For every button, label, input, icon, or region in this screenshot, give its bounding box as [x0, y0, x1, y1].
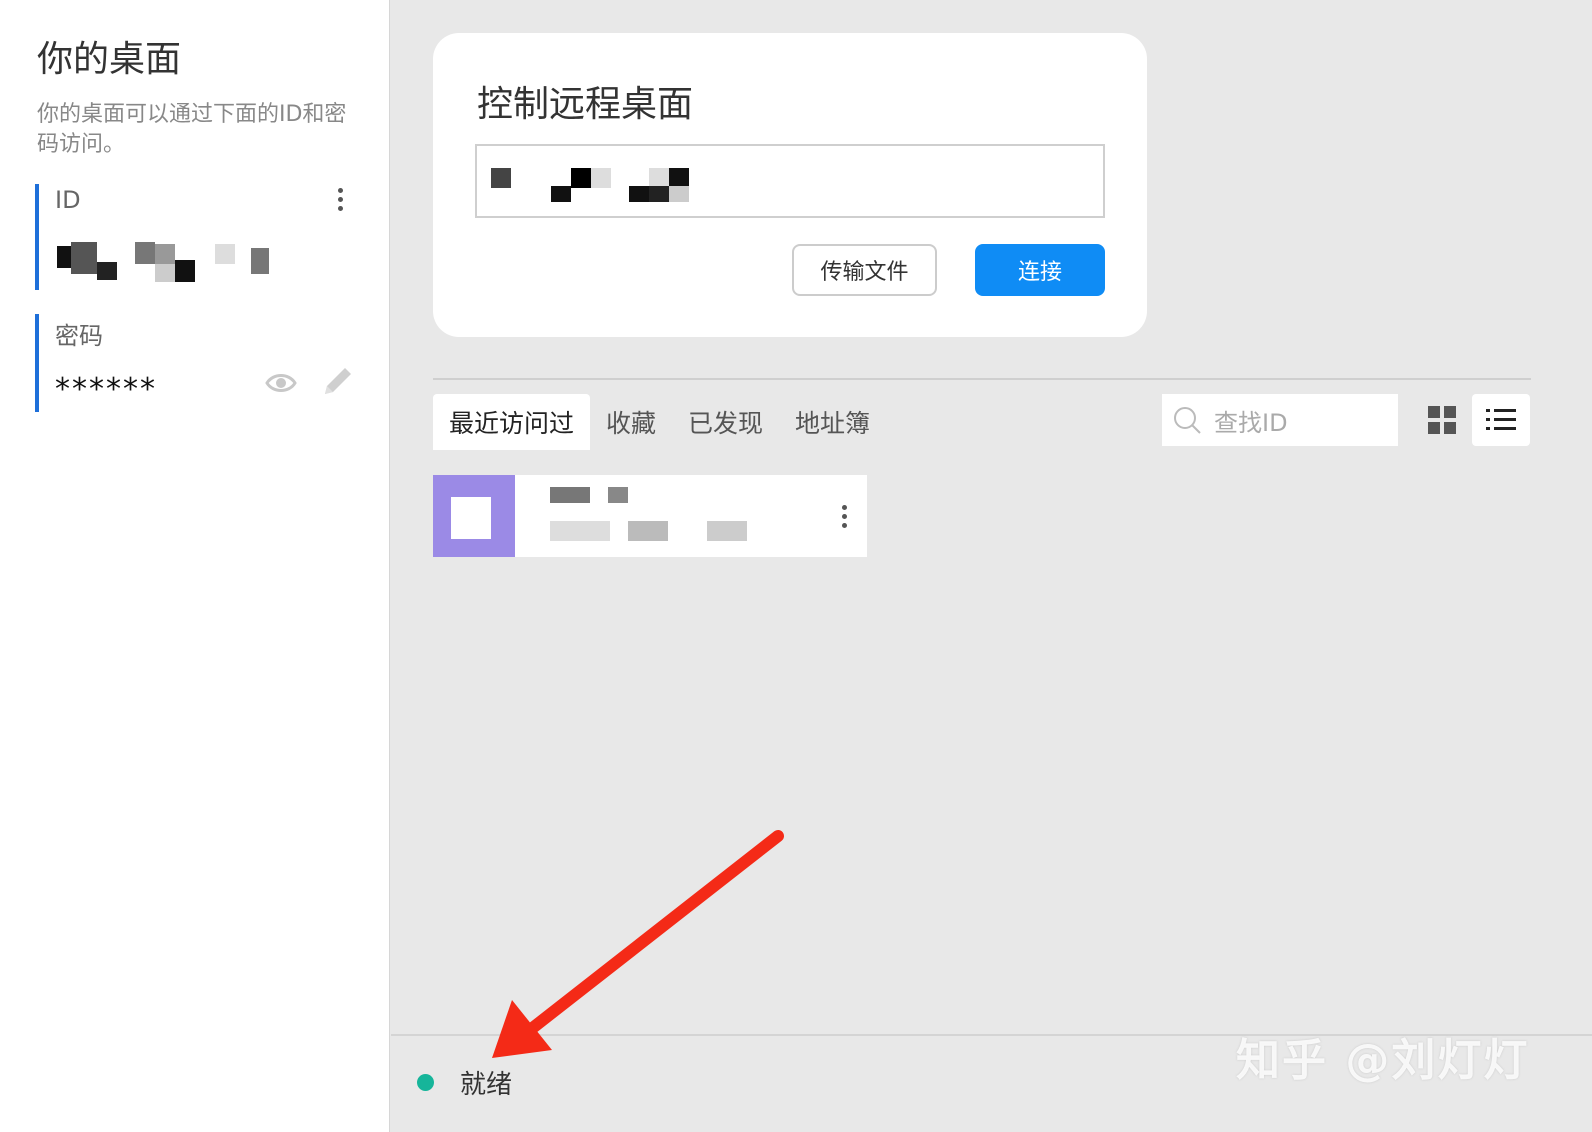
pencil-icon[interactable] [321, 364, 355, 398]
sidebar: 你的桌面 你的桌面可以通过下面的ID和密码访问。 ID 密码 ****** [0, 0, 390, 1132]
id-menu-icon[interactable] [330, 184, 350, 214]
id-field: ID [35, 184, 365, 290]
peer-menu-icon[interactable] [839, 501, 849, 531]
remote-id-input[interactable] [475, 144, 1105, 218]
remote-control-title: 控制远程桌面 [477, 84, 694, 125]
password-label: 密码 [55, 322, 103, 350]
connect-button[interactable]: 连接 [975, 244, 1105, 296]
remote-control-card: 控制远程桌面 传输文件 连接 [433, 33, 1147, 337]
peer-avatar [433, 475, 515, 557]
tab-discovered[interactable]: 已发现 [672, 394, 779, 450]
grid-view-icon [1428, 406, 1456, 434]
tab-favorites[interactable]: 收藏 [590, 394, 672, 450]
sidebar-title: 你的桌面 [37, 39, 182, 80]
search-input[interactable]: 查找ID [1162, 394, 1398, 446]
grid-view-button[interactable] [1413, 394, 1471, 446]
status-indicator-icon [417, 1074, 434, 1091]
sidebar-description: 你的桌面可以通过下面的ID和密码访问。 [37, 102, 347, 157]
search-icon [1174, 407, 1201, 434]
list-view-button[interactable] [1472, 394, 1530, 446]
id-value-redacted[interactable] [55, 242, 285, 282]
list-view-icon [1486, 409, 1516, 430]
peer-list-item[interactable] [433, 475, 867, 557]
peer-tabs: 最近访问过 收藏 已发现 地址簿 [433, 394, 886, 450]
peer-id-redacted [550, 487, 590, 503]
divider [433, 378, 1531, 380]
eye-icon[interactable] [265, 369, 297, 397]
tab-address-book[interactable]: 地址簿 [779, 394, 886, 450]
password-field: 密码 ****** [35, 314, 365, 412]
watermark: 知乎 @刘灯灯 [1236, 1035, 1530, 1086]
status-text: 就绪 [460, 1070, 513, 1100]
id-label: ID [55, 186, 81, 214]
search-placeholder: 查找ID [1214, 408, 1288, 437]
transfer-file-button[interactable]: 传输文件 [792, 244, 937, 296]
tab-recent[interactable]: 最近访问过 [433, 394, 591, 450]
password-value: ****** [55, 372, 157, 407]
